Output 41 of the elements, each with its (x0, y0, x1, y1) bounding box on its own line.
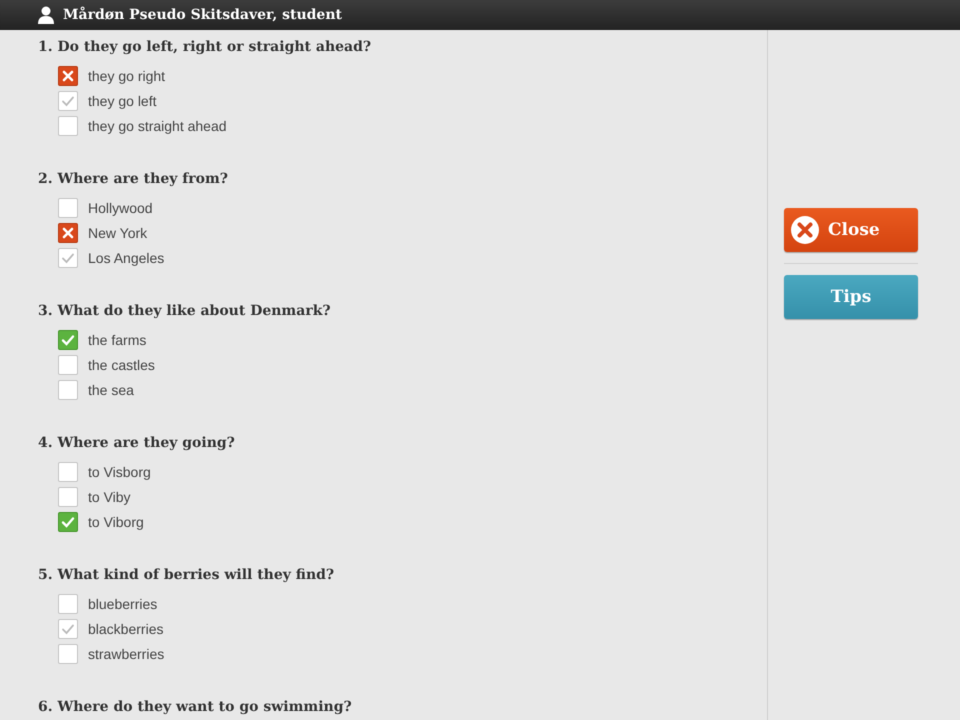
option-label: to Viby (88, 488, 131, 504)
option-label: the farms (88, 332, 146, 348)
option-label: blackberries (88, 620, 164, 636)
checkbox[interactable] (58, 198, 78, 218)
checkbox[interactable] (58, 462, 78, 482)
option-label: Los Angeles (88, 250, 164, 266)
question-title: 5. What kind of berries will they find? (38, 566, 336, 585)
checkbox[interactable] (58, 330, 78, 350)
checkbox[interactable] (58, 594, 78, 614)
option-label: they go straight ahead (88, 118, 227, 134)
checkbox[interactable] (58, 90, 78, 110)
checkbox[interactable] (58, 618, 78, 638)
option-label: to Visborg (88, 464, 151, 480)
question-title: 6. Where do they want to go swimming? (38, 698, 353, 717)
question-title: 2. Where are they from? (38, 170, 229, 189)
checkbox[interactable] (58, 66, 78, 86)
option-label: they go left (88, 92, 156, 108)
checkbox[interactable] (58, 380, 78, 400)
checkbox[interactable] (58, 354, 78, 374)
option-label: the castles (88, 356, 155, 372)
tips-button[interactable]: Tips (784, 275, 918, 319)
question-title: 1. Do they go left, right or straight ahead? (38, 38, 372, 57)
option-label: blueberries (88, 596, 158, 612)
close-button[interactable]: Close (784, 208, 918, 252)
question-title: 4. Where are they going? (38, 434, 236, 453)
checkbox[interactable] (58, 644, 78, 664)
option-label: the sea (88, 382, 134, 398)
user-name: Mårdøn Pseudo Skitsdaver, student (63, 7, 342, 23)
option-label: New York (88, 224, 148, 240)
close-icon (790, 215, 820, 245)
option-label: to Viborg (88, 514, 144, 530)
user-icon (38, 6, 54, 24)
question-title: 3. What do they like about Denmark? (38, 302, 332, 321)
checkbox[interactable] (58, 248, 78, 268)
checkbox[interactable] (58, 116, 78, 136)
checkbox[interactable] (58, 486, 78, 506)
checkbox[interactable] (58, 512, 78, 532)
checkbox[interactable] (58, 222, 78, 242)
option-label: they go right (88, 68, 166, 84)
option-label: strawberries (88, 646, 164, 662)
option-label: Hollywood (88, 200, 153, 216)
